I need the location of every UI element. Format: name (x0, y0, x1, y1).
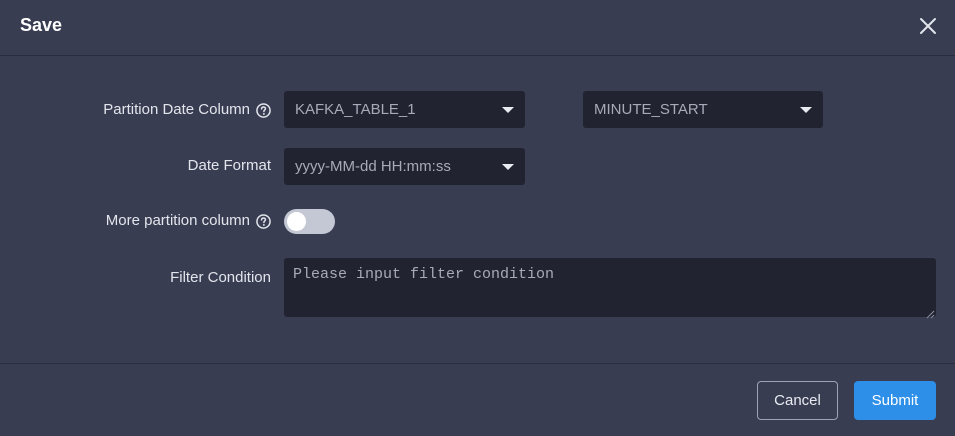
question-circle-icon[interactable] (256, 102, 271, 118)
more-partition-column-label-text: More partition column (105, 212, 250, 229)
cancel-button[interactable]: Cancel (757, 381, 838, 420)
save-dialog: Save Partition Date Column KAFKA_TABLE_1… (0, 0, 955, 436)
dialog-footer: Cancel Submit (0, 363, 955, 436)
submit-button[interactable]: Submit (854, 381, 936, 420)
more-partition-column-label: More partition column (106, 211, 271, 231)
close-icon[interactable] (916, 14, 940, 38)
date-format-label: Date Format (188, 156, 271, 176)
dialog-title: Save (20, 15, 63, 35)
partition-date-column-label: Partition Date Column (103, 100, 271, 120)
filter-condition-textarea[interactable] (284, 258, 936, 317)
partition-column-select[interactable]: MINUTE_START (583, 91, 823, 128)
chevron-down-icon (502, 164, 514, 170)
partition-table-value: KAFKA_TABLE_1 (295, 101, 416, 118)
date-format-select[interactable]: yyyy-MM-dd HH:mm:ss (284, 148, 525, 185)
toggle-knob (287, 212, 306, 231)
resize-grip-icon[interactable] (925, 306, 935, 319)
chevron-down-icon (800, 107, 812, 113)
partition-table-select[interactable]: KAFKA_TABLE_1 (284, 91, 525, 128)
date-format-value: yyyy-MM-dd HH:mm:ss (295, 158, 451, 175)
filter-condition-label-text: Filter Condition (170, 269, 271, 286)
dialog-header: Save (0, 0, 955, 56)
question-circle-icon[interactable] (256, 213, 271, 229)
partition-column-value: MINUTE_START (594, 101, 708, 118)
filter-condition-label: Filter Condition (170, 268, 271, 288)
partition-date-column-label-text: Partition Date Column (103, 101, 250, 118)
more-partition-column-toggle[interactable] (284, 209, 335, 234)
date-format-label-text: Date Format (187, 157, 271, 174)
chevron-down-icon (502, 107, 514, 113)
